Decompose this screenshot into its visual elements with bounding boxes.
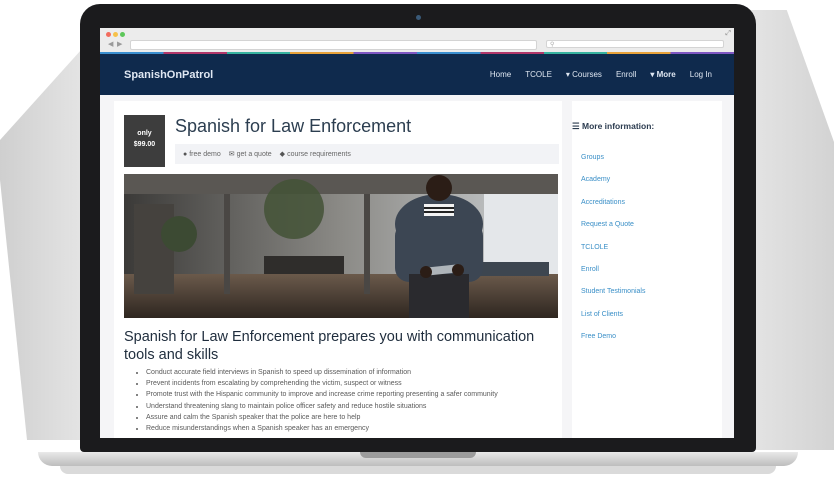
price-badge: only $99.00 — [124, 115, 165, 167]
course-meta-bar: ● free demo ✉ get a quote ◆ course requirem… — [175, 144, 559, 164]
meta-get-quote[interactable]: ✉ get a quote — [229, 150, 272, 158]
laptop-screen: ◀ ▶ ⚲ ⤢ SpanishOnPatrol Home TCOLE ▾ Cou… — [100, 28, 734, 438]
page-content: only $99.00 Spanish for Law Enforcement … — [100, 95, 734, 438]
list-item: Conduct accurate field interviews in Spa… — [146, 367, 566, 378]
benefits-list: Conduct accurate field interviews in Spa… — [136, 367, 566, 434]
browser-chrome: ◀ ▶ ⚲ ⤢ — [100, 28, 734, 53]
back-icon[interactable]: ◀ — [108, 40, 113, 48]
site-navbar: SpanishOnPatrol Home TCOLE ▾ Courses Enr… — [100, 54, 734, 95]
brand-logo[interactable]: SpanishOnPatrol — [124, 69, 213, 81]
nav-courses-dropdown[interactable]: ▾ Courses — [566, 70, 602, 79]
list-icon: ☰ — [572, 121, 582, 131]
price-value: $99.00 — [133, 141, 156, 148]
sidebar-links: Groups Academy Accreditations Request a … — [581, 154, 645, 356]
sidebar-link-groups[interactable]: Groups — [581, 154, 645, 176]
list-item: Promote trust with the Hispanic communit… — [146, 389, 566, 400]
nav-login[interactable]: Log In — [690, 70, 712, 79]
close-dot-icon[interactable] — [106, 32, 111, 37]
nav-more-dropdown[interactable]: ▾ More — [650, 70, 675, 79]
sidebar: ☰ More information: Groups Academy Accre… — [572, 101, 722, 438]
section-heading: Spanish for Law Enforcement prepares you… — [124, 329, 535, 363]
list-item: Understand threatening slang to maintain… — [146, 401, 566, 412]
sidebar-link-free-demo[interactable]: Free Demo — [581, 333, 645, 355]
meta-course-requirements[interactable]: ◆ course requirements — [280, 150, 351, 158]
nav-tcole[interactable]: TCOLE — [525, 70, 552, 79]
sidebar-title: ☰ More information: — [572, 121, 655, 131]
sidebar-link-clients[interactable]: List of Clients — [581, 311, 645, 333]
maximize-dot-icon[interactable] — [120, 32, 125, 37]
sidebar-link-tclole[interactable]: TCLOLE — [581, 244, 645, 266]
nav-home[interactable]: Home — [490, 70, 511, 79]
nav-enroll[interactable]: Enroll — [616, 70, 636, 79]
laptop-shadow-left — [0, 40, 90, 440]
page-title: Spanish for Law Enforcement — [175, 116, 412, 136]
sidebar-link-testimonials[interactable]: Student Testimonials — [581, 288, 645, 310]
address-bar[interactable] — [130, 40, 537, 50]
fullscreen-icon[interactable]: ⤢ — [725, 30, 731, 38]
browser-search-box[interactable]: ⚲ — [546, 40, 724, 48]
webcam — [416, 15, 421, 20]
sidebar-link-academy[interactable]: Academy — [581, 176, 645, 198]
main-column: only $99.00 Spanish for Law Enforcement … — [114, 101, 562, 438]
user-icon: ● — [183, 150, 188, 158]
list-item: Reduce misunderstandings when a Spanish … — [146, 423, 566, 434]
sidebar-link-enroll[interactable]: Enroll — [581, 266, 645, 288]
hero-image — [124, 174, 558, 318]
laptop-base-shadow — [60, 466, 776, 474]
sidebar-link-accreditations[interactable]: Accreditations — [581, 199, 645, 221]
search-icon: ⚲ — [550, 42, 555, 48]
list-item: Assure and calm the Spanish speaker that… — [146, 412, 566, 423]
main-menu: Home TCOLE ▾ Courses Enroll ▾ More Log I… — [490, 70, 712, 79]
laptop-base-notch — [360, 452, 476, 458]
price-label: only — [137, 130, 152, 137]
list-item: Prevent incidents from escalating by com… — [146, 378, 566, 389]
sidebar-link-request-quote[interactable]: Request a Quote — [581, 221, 645, 243]
meta-free-demo[interactable]: ● free demo — [183, 151, 221, 158]
tag-icon: ◆ — [279, 151, 286, 158]
forward-icon[interactable]: ▶ — [117, 40, 122, 48]
comments-icon: ✉ — [228, 151, 235, 158]
minimize-dot-icon[interactable] — [113, 32, 118, 37]
